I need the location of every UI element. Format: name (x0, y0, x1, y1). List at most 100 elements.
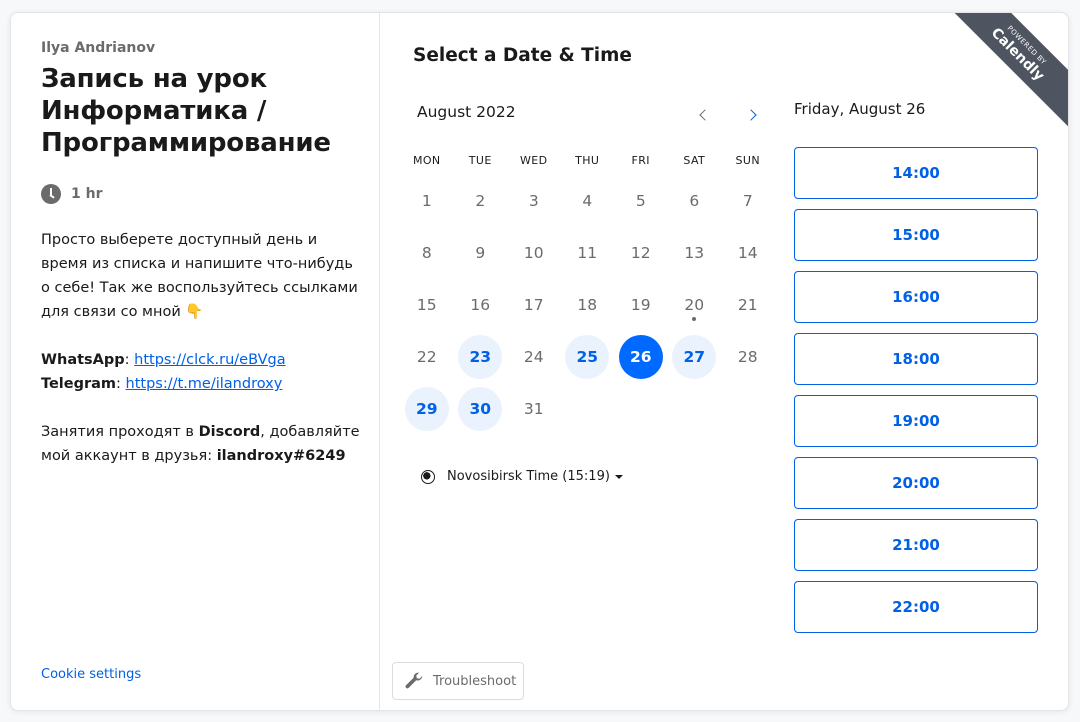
calendar-day-number: 7 (742, 192, 753, 210)
calendar-day-number: 25 (565, 335, 610, 379)
calendar-day: 21 (721, 279, 775, 331)
discord-label: Discord (198, 424, 261, 440)
chevron-left-icon (699, 109, 711, 121)
discord-pre: Занятия проходят в (41, 424, 199, 440)
weekday-label: THU (575, 154, 600, 167)
telegram-link[interactable]: https://t.me/ilandroxy (126, 376, 283, 392)
calendar-day: 18 (561, 279, 615, 331)
calendar-day: 15 (400, 279, 454, 331)
weekday-label: WED (520, 154, 548, 167)
calendar-day: 8 (400, 227, 454, 279)
calendar-day: 5 (614, 175, 668, 227)
calendar-day-number: 24 (523, 348, 544, 366)
discord-note: Занятия проходят в Discord, добавляйте м… (41, 420, 361, 468)
calendar-day: 13 (668, 227, 722, 279)
calendar-day-number: 16 (470, 296, 491, 314)
weekday-label: SUN (735, 154, 760, 167)
calendar-day: 11 (561, 227, 615, 279)
caret-down-icon (614, 474, 623, 479)
discord-account: ilandroxy#6249 (216, 448, 346, 464)
calendar-day: 24 (507, 331, 561, 383)
calendar-day: 31 (507, 383, 561, 435)
calendar-day-number: 6 (689, 192, 700, 210)
time-slot-button[interactable]: 14:00 (794, 147, 1038, 199)
calendar-day: 7 (721, 175, 775, 227)
time-slot-button[interactable]: 18:00 (794, 333, 1038, 385)
calendar-day-number: 19 (630, 296, 651, 314)
calendar-day[interactable]: 29 (400, 383, 454, 435)
calendar-day: 12 (614, 227, 668, 279)
calendar-day-number: 18 (577, 296, 598, 314)
calendar-day: 20 (668, 279, 722, 331)
calendar-day-number: 11 (577, 244, 598, 262)
calendar-day: 3 (507, 175, 561, 227)
calendar-day: 16 (454, 279, 508, 331)
weekday-header: MON TUE WED THU FRI SAT SUN (400, 154, 775, 167)
time-slot-button[interactable]: 16:00 (794, 271, 1038, 323)
troubleshoot-button[interactable]: Troubleshoot (392, 662, 524, 700)
calendar-day-number: 28 (737, 348, 758, 366)
calendar-day[interactable]: 25 (561, 331, 615, 383)
event-title: Запись на урок Информатика / Программиро… (41, 64, 331, 158)
calendar-day-number: 26 (618, 335, 663, 379)
calendar-day: 28 (721, 331, 775, 383)
calendar-day-number: 22 (416, 348, 437, 366)
time-slot-button[interactable]: 20:00 (794, 457, 1038, 509)
time-slot-button[interactable]: 22:00 (794, 581, 1038, 633)
calendar-day-number: 27 (672, 335, 717, 379)
time-slot-button[interactable]: 21:00 (794, 519, 1038, 571)
whatsapp-label: WhatsApp (41, 352, 125, 368)
globe-icon (421, 469, 435, 484)
weekday-label: TUE (468, 154, 492, 167)
whatsapp-link[interactable]: https://clck.ru/eBVga (134, 352, 285, 368)
select-date-heading: Select a Date & Time (413, 45, 632, 66)
selected-date-heading: Friday, August 26 (794, 100, 926, 118)
time-slot-button[interactable]: 19:00 (794, 395, 1038, 447)
calendar-day: 4 (561, 175, 615, 227)
next-month-button[interactable] (739, 101, 767, 129)
cookie-settings-link[interactable]: Cookie settings (41, 667, 141, 682)
wrench-icon (405, 672, 423, 689)
weekday-label: FRI (631, 154, 650, 167)
calendar-day-number: 8 (421, 244, 432, 262)
calendar-day-number: 12 (630, 244, 651, 262)
event-duration: 1 hr (41, 184, 103, 204)
calendar-day: 9 (454, 227, 508, 279)
calendar-day-number: 1 (421, 192, 432, 210)
calendar-day-number: 5 (635, 192, 646, 210)
calendar-day[interactable]: 26 (614, 331, 668, 383)
calendar-day-number: 23 (458, 335, 503, 379)
host-name: Ilya Andrianov (41, 40, 156, 56)
calendar-day-number: 4 (582, 192, 593, 210)
calendar-day-number: 31 (523, 400, 544, 418)
telegram-label: Telegram (41, 376, 117, 392)
powered-by-calendly-badge[interactable]: POWERED BY Calendly (939, 13, 1068, 133)
calendar-day: 1 (400, 175, 454, 227)
time-slot-button[interactable]: 15:00 (794, 209, 1038, 261)
calendar-days-grid: 1 2 3 4 5 6 7 8 9 10 11 12 13 14 15 16 17 18 19 20 21 22 23 24 2… (400, 175, 775, 435)
calendar-day-number: 15 (416, 296, 437, 314)
clock-icon (41, 184, 61, 204)
calendar-day: 17 (507, 279, 561, 331)
calendar-day-number: 9 (475, 244, 486, 262)
previous-month-button[interactable] (689, 101, 717, 129)
calendar-day: 10 (507, 227, 561, 279)
calendar-day-number: 2 (475, 192, 486, 210)
calendar-day-number: 30 (458, 387, 503, 431)
calendar-day: 14 (721, 227, 775, 279)
calendar-day[interactable]: 30 (454, 383, 508, 435)
event-details-panel: Ilya Andrianov Запись на урок Информатик… (11, 13, 380, 710)
calendar-day[interactable]: 27 (668, 331, 722, 383)
timezone-selector[interactable]: Novosibirsk Time (15:19) (421, 469, 623, 484)
event-description: Просто выберете доступный день и время и… (41, 228, 361, 492)
calendar-day: 2 (454, 175, 508, 227)
calendar-day-number: 21 (737, 296, 758, 314)
calendar-day-number: 3 (528, 192, 539, 210)
time-slot-list: 14:00 15:00 16:00 18:00 19:00 20:00 21:00 22:00 (794, 147, 1038, 643)
chevron-right-icon (745, 109, 757, 121)
calendar-day: 22 (400, 331, 454, 383)
timezone-label: Novosibirsk Time (15:19) (447, 469, 610, 484)
description-intro: Просто выберете доступный день и время и… (41, 232, 358, 320)
weekday-label: SAT (683, 154, 706, 167)
calendar-day[interactable]: 23 (454, 331, 508, 383)
